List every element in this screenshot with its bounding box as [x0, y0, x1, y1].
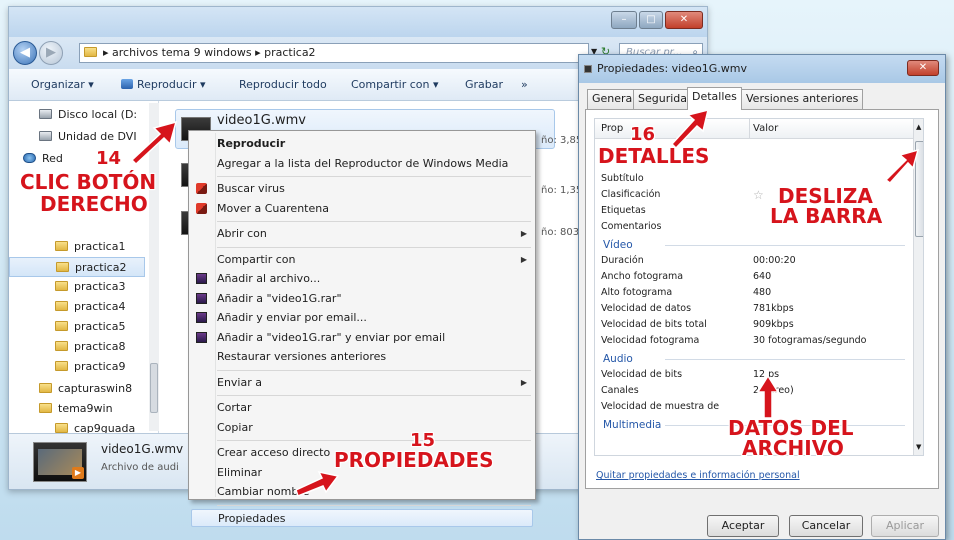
annotation-desliza-line2: LA BARRA — [770, 204, 883, 228]
tab-details[interactable]: Detalles — [687, 87, 742, 110]
annotation-14-number: 14 — [96, 148, 122, 169]
arrow-15 — [295, 470, 340, 497]
annotation-14-line2: DERECHO — [40, 192, 148, 216]
annotation-desliza-line1: DESLIZA — [778, 184, 873, 208]
annotation-16-label: DETALLES — [598, 144, 710, 168]
annotation-datos-line2: ARCHIVO — [742, 436, 844, 460]
annotation-15-label: PROPIEDADES — [334, 448, 494, 472]
arrow-datos — [756, 374, 780, 419]
annotation-14-line1: CLIC BOTÓN — [20, 170, 157, 194]
annotation-datos-line1: DATOS DEL — [728, 416, 854, 440]
annotation-16-number: 16 — [630, 124, 656, 145]
arrow-14 — [130, 120, 178, 166]
arrow-desliza — [884, 148, 920, 185]
arrow-16 — [670, 108, 710, 150]
